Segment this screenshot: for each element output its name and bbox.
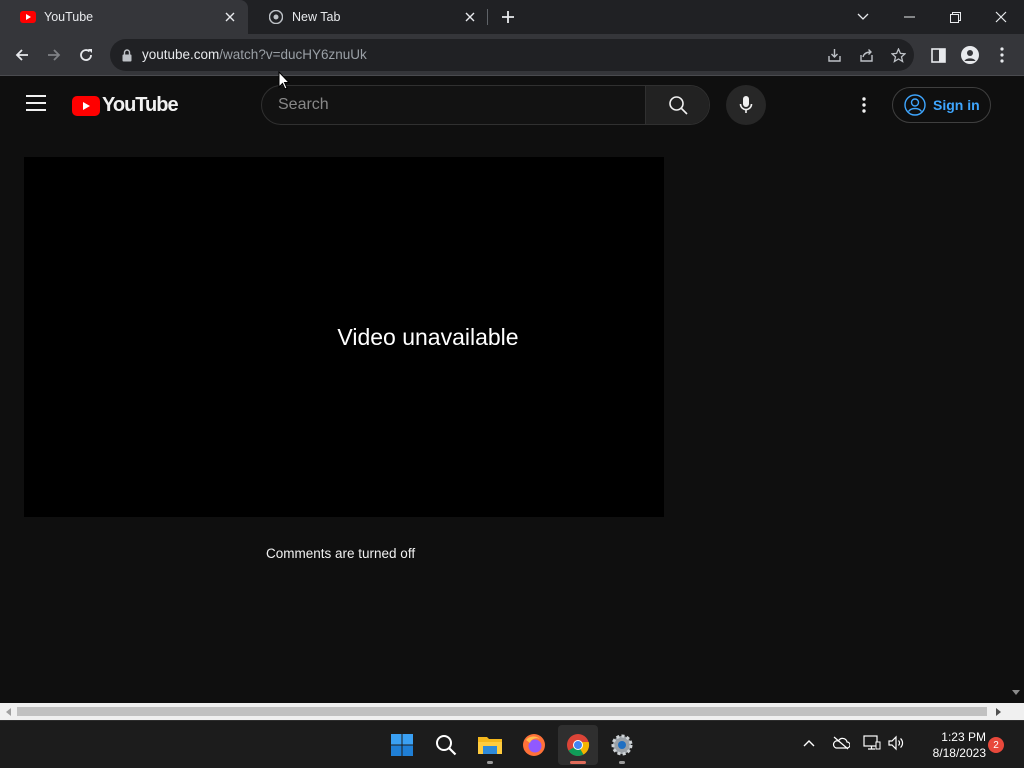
settings-icon — [611, 734, 633, 756]
browser-toolbar: youtube.com/watch?v=ducHY6znuUk — [0, 34, 1024, 76]
sign-in-label: Sign in — [933, 97, 980, 113]
taskbar-clock[interactable]: 1:23 PM 8/18/2023 — [912, 729, 986, 761]
chrome-icon — [567, 734, 590, 756]
clock-date: 8/18/2023 — [932, 746, 986, 760]
profile-button[interactable] — [958, 43, 982, 67]
volume-tray-button[interactable] — [886, 733, 906, 753]
side-panel-icon — [930, 47, 946, 63]
volume-icon — [888, 735, 904, 751]
youtube-play-icon — [72, 95, 100, 116]
tab-strip: YouTube New Tab — [0, 0, 1024, 34]
share-button[interactable] — [856, 45, 876, 65]
scrollbar-thumb[interactable] — [17, 707, 987, 716]
restore-button[interactable] — [932, 0, 978, 34]
settings-menu-button[interactable] — [852, 93, 876, 117]
network-tray-button[interactable] — [862, 733, 882, 753]
kebab-icon — [862, 97, 866, 113]
close-icon[interactable] — [462, 9, 478, 25]
forward-button[interactable] — [42, 43, 66, 67]
restore-icon — [949, 11, 961, 23]
youtube-page: YouTube Sign in Video unavailable Commen… — [0, 77, 1007, 703]
new-tab-button[interactable] — [498, 7, 518, 27]
account-icon — [903, 93, 927, 117]
sign-in-button[interactable]: Sign in — [892, 87, 991, 123]
horizontal-scrollbar[interactable] — [0, 703, 1024, 720]
tab-title: YouTube — [44, 10, 94, 24]
youtube-logo[interactable]: YouTube — [72, 94, 179, 117]
minimize-icon — [903, 16, 915, 18]
comments-status: Comments are turned off — [266, 546, 416, 561]
scroll-down-arrow[interactable] — [1007, 684, 1024, 701]
download-icon — [827, 48, 841, 62]
show-hidden-icons-button[interactable] — [799, 733, 819, 753]
tab-separator — [487, 9, 488, 25]
player-error-message: Video unavailable — [337, 323, 519, 350]
back-button[interactable] — [10, 43, 34, 67]
screen: YouTube New Tab youtube.com/watch?v=ducH… — [0, 0, 1024, 768]
search-input[interactable] — [262, 86, 647, 124]
forward-icon — [48, 49, 61, 61]
plus-icon — [502, 11, 514, 23]
notification-badge[interactable]: 2 — [988, 737, 1004, 753]
back-icon — [15, 49, 28, 61]
hamburger-icon[interactable] — [26, 95, 46, 111]
tab-new-tab[interactable]: New Tab — [248, 0, 488, 34]
search-box — [261, 85, 710, 125]
scroll-left-arrow[interactable] — [0, 703, 17, 720]
firefox-icon — [523, 734, 545, 756]
star-icon — [890, 47, 906, 63]
search-button[interactable] — [645, 86, 709, 124]
logo-wordmark: YouTube — [102, 94, 179, 116]
onedrive-icon — [832, 736, 850, 750]
install-app-button[interactable] — [824, 45, 844, 65]
url-host: youtube.com — [142, 47, 220, 62]
mic-icon — [739, 96, 753, 113]
running-indicator — [619, 761, 625, 764]
tab-search-button[interactable] — [840, 0, 886, 34]
tab-youtube[interactable]: YouTube — [0, 0, 248, 34]
running-indicator — [487, 761, 493, 764]
vertical-scrollbar[interactable] — [1007, 77, 1024, 703]
taskbar-search-button[interactable] — [426, 725, 466, 765]
chrome-taskbar-button[interactable] — [558, 725, 598, 765]
windows-start-icon — [391, 734, 413, 756]
settings-taskbar-button[interactable] — [602, 725, 642, 765]
search-icon — [436, 735, 457, 756]
search-icon — [668, 96, 688, 115]
network-icon — [863, 735, 881, 750]
mouse-cursor-icon — [278, 71, 290, 90]
voice-search-button[interactable] — [726, 85, 766, 125]
close-window-button[interactable] — [978, 0, 1024, 34]
video-player[interactable]: Video unavailable — [24, 157, 664, 517]
chevron-up-icon — [803, 740, 815, 747]
windows-taskbar: 1:23 PM 8/18/2023 2 — [0, 720, 1024, 768]
reload-button[interactable] — [74, 43, 98, 67]
bookmark-button[interactable] — [888, 45, 908, 65]
start-button[interactable] — [382, 725, 422, 765]
close-icon[interactable] — [222, 9, 238, 25]
address-bar[interactable]: youtube.com/watch?v=ducHY6znuUk — [110, 39, 914, 71]
chrome-menu-button[interactable] — [990, 43, 1014, 67]
tab-title: New Tab — [292, 10, 341, 24]
onedrive-tray-button[interactable] — [831, 733, 851, 753]
reload-icon — [80, 49, 92, 61]
chrome-favicon — [268, 9, 284, 25]
profile-icon — [961, 46, 979, 64]
kebab-icon — [1000, 47, 1004, 63]
file-explorer-icon — [478, 737, 502, 754]
file-explorer-button[interactable] — [470, 725, 510, 765]
chevron-down-icon — [857, 13, 869, 20]
url-text: youtube.com/watch?v=ducHY6znuUk — [142, 47, 367, 62]
youtube-favicon — [20, 9, 36, 25]
share-icon — [859, 48, 873, 62]
clock-time: 1:23 PM — [941, 730, 986, 744]
minimize-button[interactable] — [886, 0, 932, 34]
close-icon — [995, 11, 1007, 23]
url-path: /watch?v=ducHY6znuUk — [219, 47, 367, 62]
lock-icon[interactable] — [120, 47, 134, 63]
firefox-button[interactable] — [514, 725, 554, 765]
scroll-right-arrow[interactable] — [990, 703, 1007, 720]
active-indicator — [570, 761, 586, 764]
side-panel-button[interactable] — [926, 43, 950, 67]
